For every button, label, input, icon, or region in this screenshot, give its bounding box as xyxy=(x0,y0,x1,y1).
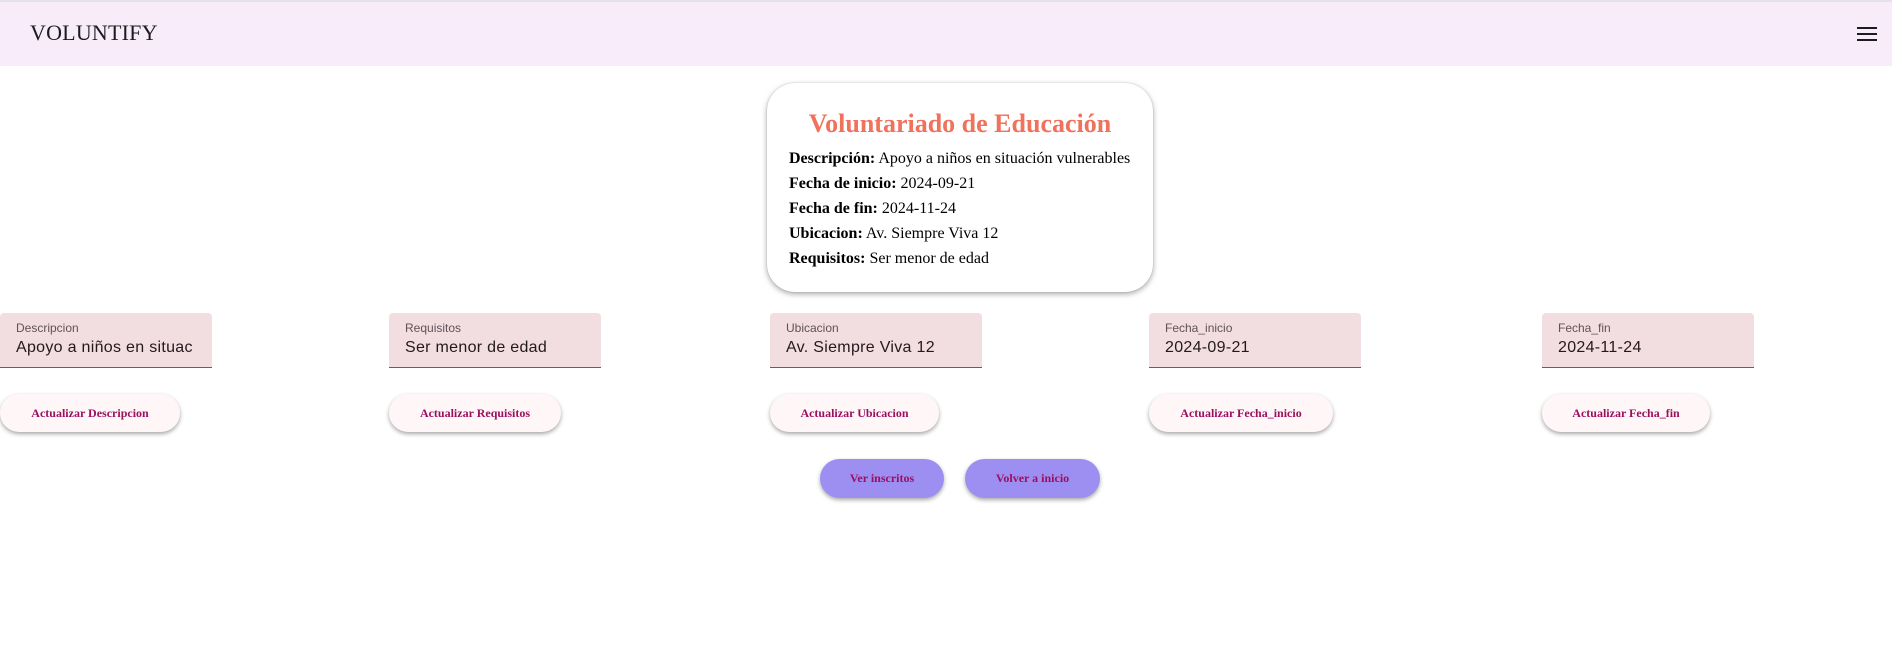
field-label: Requisitos xyxy=(405,321,462,335)
detail-label: Requisitos: xyxy=(789,250,866,267)
field-label: Ubicacion xyxy=(786,321,839,335)
end-date-field[interactable]: Fecha_fin xyxy=(1542,313,1754,368)
app-bar: VOLUNTIFY xyxy=(0,2,1892,66)
update-location-button[interactable]: Actualizar Ubicacion xyxy=(770,394,939,432)
location-field[interactable]: Ubicacion xyxy=(770,313,982,368)
detail-value: 2024-11-24 xyxy=(881,200,956,217)
field-label: Descripcion xyxy=(16,321,79,335)
detail-value: 2024-09-21 xyxy=(900,175,976,192)
location-input[interactable] xyxy=(786,336,976,360)
detail-value: Apoyo a niños en situación vulnerables xyxy=(878,150,1131,167)
detail-location: Ubicacion: Av. Siempre Viva 12 xyxy=(789,225,998,243)
hamburger-menu-icon xyxy=(1857,27,1877,41)
menu-button[interactable] xyxy=(1852,19,1882,49)
field-label: Fecha_fin xyxy=(1558,321,1611,335)
requirements-field[interactable]: Requisitos xyxy=(389,313,601,368)
detail-label: Fecha de fin: xyxy=(789,200,878,217)
volunteer-detail-card: Voluntariado de Educación Descripción: A… xyxy=(767,83,1153,292)
update-end-date-button[interactable]: Actualizar Fecha_fin xyxy=(1542,394,1710,432)
description-input[interactable] xyxy=(16,336,206,360)
detail-label: Descripción: xyxy=(789,150,876,167)
app-title: VOLUNTIFY xyxy=(30,20,158,45)
end-date-input[interactable] xyxy=(1558,336,1748,360)
update-start-date-button[interactable]: Actualizar Fecha_inicio xyxy=(1149,394,1333,432)
requirements-input[interactable] xyxy=(405,336,595,360)
view-enrolled-button[interactable]: Ver inscritos xyxy=(820,459,944,498)
detail-description: Descripción: Apoyo a niños en situación … xyxy=(789,150,1130,168)
description-field[interactable]: Descripcion xyxy=(0,313,212,368)
detail-label: Ubicacion: xyxy=(789,225,863,242)
detail-label: Fecha de inicio: xyxy=(789,175,897,192)
card-title: Voluntariado de Educación xyxy=(808,109,1112,138)
detail-end-date: Fecha de fin: 2024-11-24 xyxy=(789,200,956,218)
detail-start-date: Fecha de inicio: 2024-09-21 xyxy=(789,175,975,193)
start-date-field[interactable]: Fecha_inicio xyxy=(1149,313,1361,368)
update-description-button[interactable]: Actualizar Descripcion xyxy=(0,394,180,432)
update-requirements-button[interactable]: Actualizar Requisitos xyxy=(389,394,561,432)
detail-value: Av. Siempre Viva 12 xyxy=(865,225,999,242)
field-label: Fecha_inicio xyxy=(1165,321,1233,335)
back-home-button[interactable]: Volver a inicio xyxy=(965,459,1100,498)
start-date-input[interactable] xyxy=(1165,336,1355,360)
detail-value: Ser menor de edad xyxy=(869,250,989,267)
detail-requirements: Requisitos: Ser menor de edad xyxy=(789,250,989,268)
